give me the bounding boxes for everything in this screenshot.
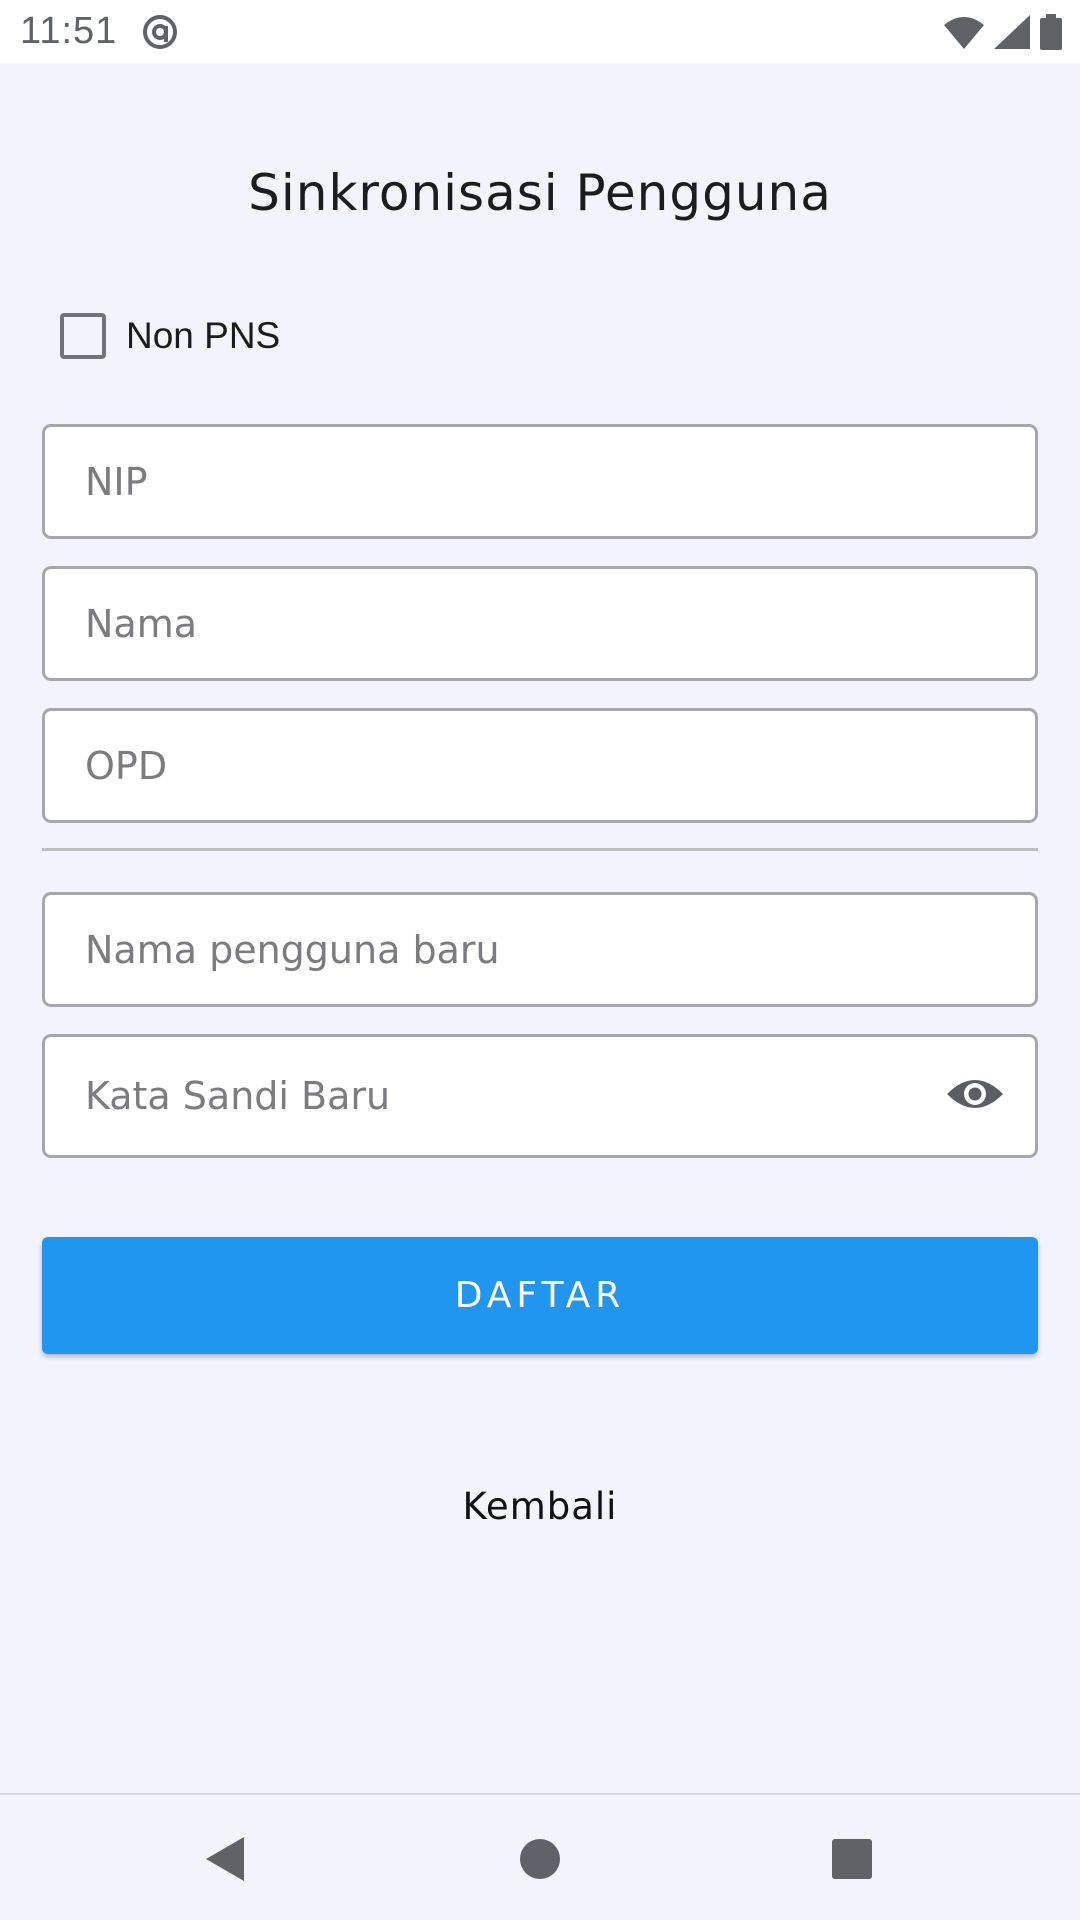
recent-apps-icon[interactable] [826,1833,878,1885]
divider [42,848,1038,851]
navigation-bar [0,1793,1080,1920]
opd-field[interactable] [42,708,1038,823]
nip-field[interactable] [42,424,1038,539]
non-pns-label: Non PNS [126,315,281,356]
at-sign-icon [143,15,177,49]
nama-field[interactable] [42,566,1038,681]
back-icon[interactable] [200,1833,252,1885]
opd-input[interactable] [85,743,1035,788]
battery-icon [1040,14,1062,50]
password-input[interactable] [85,1074,864,1118]
status-bar: 11:51 [0,0,1080,63]
non-pns-checkbox-row[interactable]: Non PNS [60,310,280,362]
username-field[interactable] [42,892,1038,1007]
nip-input[interactable] [85,459,1035,504]
nama-input[interactable] [85,601,1035,646]
home-icon[interactable] [514,1833,566,1885]
wifi-icon [944,17,984,49]
non-pns-checkbox[interactable] [60,313,106,359]
signal-icon [994,15,1030,49]
status-icons [944,12,1062,52]
eye-icon[interactable] [945,1069,1005,1119]
username-input[interactable] [85,927,1035,972]
page-title: Sinkronisasi Pengguna [248,164,832,222]
daftar-button[interactable]: DAFTAR [42,1237,1038,1354]
kembali-link[interactable]: Kembali [0,1485,1080,1528]
password-field[interactable] [42,1034,1038,1158]
status-time: 11:51 [20,10,118,52]
